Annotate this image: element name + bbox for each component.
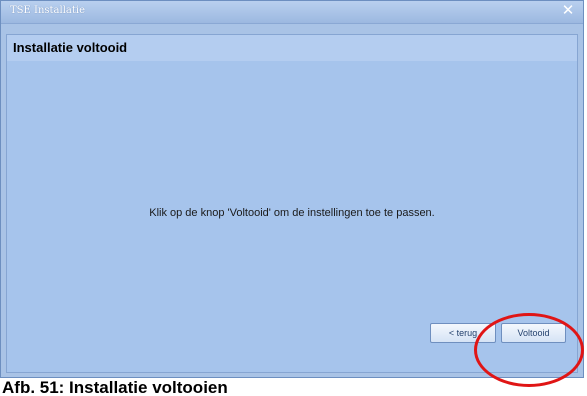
back-button[interactable]: < terug xyxy=(430,323,496,343)
finish-button[interactable]: Voltooid xyxy=(501,323,566,343)
instruction-text: Klik op de knop 'Voltooid' om de instell… xyxy=(149,207,435,219)
wizard-header: Installatie voltooid xyxy=(7,35,577,61)
close-icon[interactable]: ✕ xyxy=(559,2,577,20)
title-bar[interactable]: TSE Installatie ✕ xyxy=(1,1,583,24)
figure-caption: Afb. 51: Installatie voltooien xyxy=(2,378,228,396)
document-page: TSE Installatie ✕ Installatie voltooid K… xyxy=(0,0,587,396)
installer-window: TSE Installatie ✕ Installatie voltooid K… xyxy=(0,0,584,378)
page-title: Installatie voltooid xyxy=(13,40,128,55)
window-title: TSE Installatie xyxy=(10,5,85,16)
